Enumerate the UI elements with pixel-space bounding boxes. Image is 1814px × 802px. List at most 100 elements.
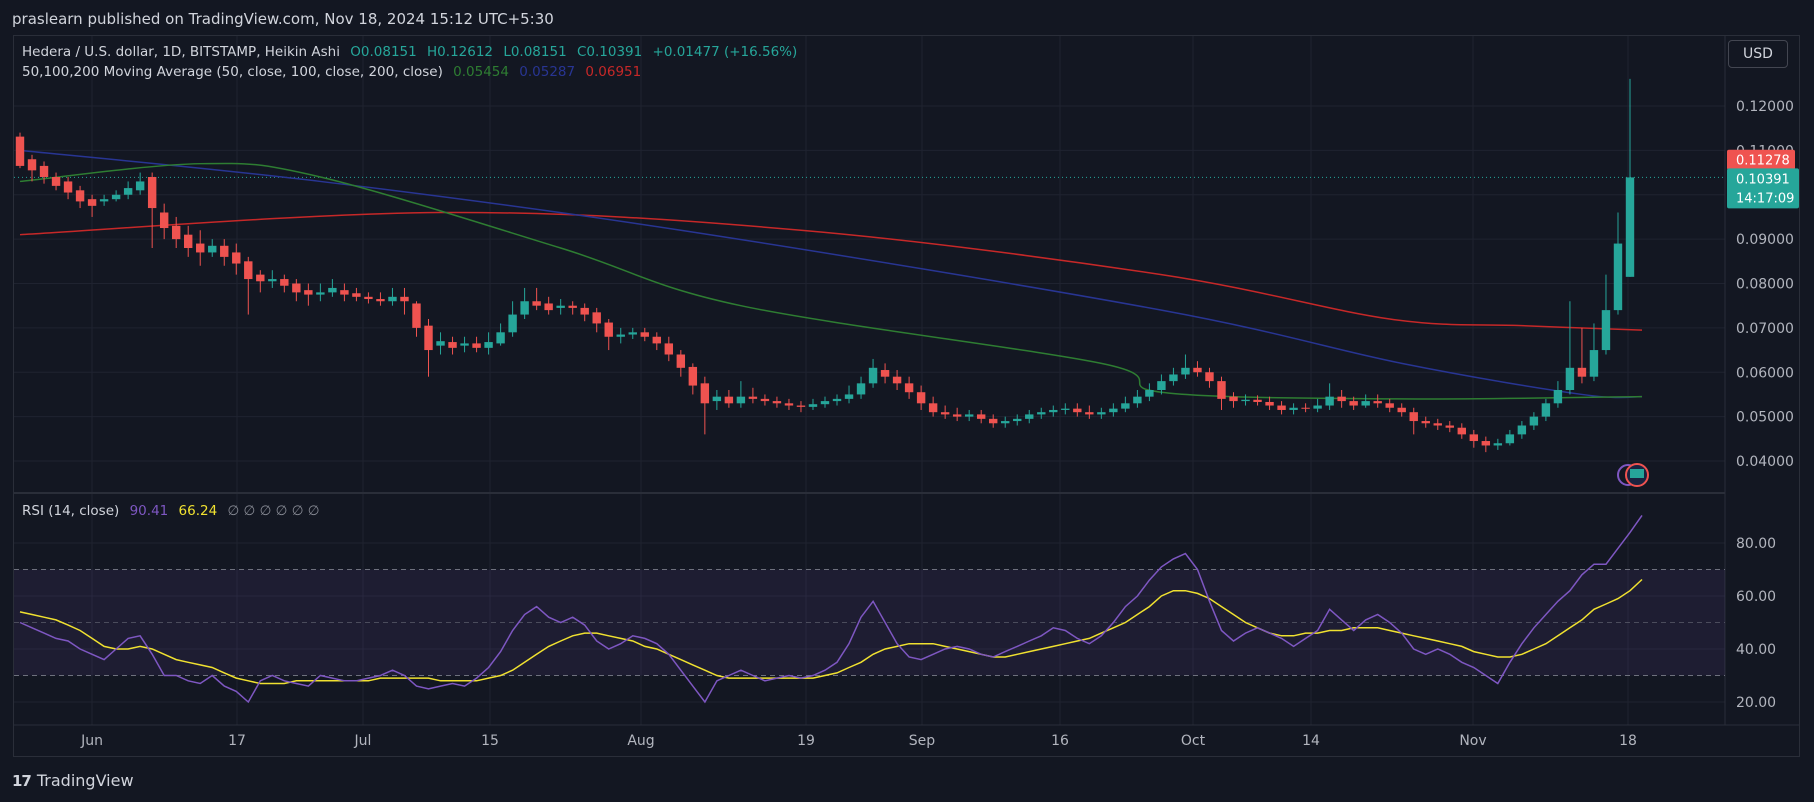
candle-body <box>520 301 529 315</box>
price-tick-label: 0.06000 <box>1736 365 1794 381</box>
candle-body <box>1217 381 1226 399</box>
candle-body <box>1289 407 1298 410</box>
candle-body <box>1493 443 1503 446</box>
rsi-legend: RSI (14, close) 90.41 66.24 ∅ ∅ ∅ ∅ ∅ ∅ <box>22 503 326 519</box>
candle-body <box>340 290 349 295</box>
time-tick-label: 19 <box>797 733 815 749</box>
candle-body <box>496 332 505 344</box>
candle-body <box>280 279 289 286</box>
tradingview-logo-icon: 17 <box>12 771 32 790</box>
candle-body <box>832 398 842 402</box>
time-tick-label: 18 <box>1619 733 1637 749</box>
ma-label: 50,100,200 Moving Average (50, close, 10… <box>22 64 443 80</box>
ma200-value: 0.06951 <box>585 64 642 80</box>
time-tick-label: 15 <box>481 733 499 749</box>
candle-body <box>1037 412 1046 415</box>
candle-body <box>1301 407 1310 409</box>
candle-body <box>472 343 481 348</box>
candle-body <box>51 177 61 186</box>
candle-body <box>1073 408 1082 413</box>
candle-body <box>27 159 37 171</box>
candle-body <box>1349 401 1358 406</box>
candle-body <box>700 383 710 404</box>
candle-body <box>316 292 325 295</box>
time-tick-label: Oct <box>1181 733 1206 749</box>
candle-body <box>123 188 133 195</box>
rsi-null-values: ∅ ∅ ∅ ∅ ∅ ∅ <box>227 503 320 519</box>
rsi-value: 90.41 <box>129 503 169 519</box>
rsi-ma-value: 66.24 <box>178 503 218 519</box>
candle-body <box>171 225 181 240</box>
candle-body <box>256 274 265 282</box>
candle-body <box>808 404 818 407</box>
candle-body <box>244 261 253 280</box>
candle-body <box>640 332 649 337</box>
candle-body <box>844 394 854 399</box>
candle-body <box>87 199 97 206</box>
candle-body <box>460 343 469 346</box>
time-tick-label: Nov <box>1459 733 1486 749</box>
time-tick-label: Sep <box>909 733 936 749</box>
candle-body <box>1385 403 1394 408</box>
flag-badge-icon <box>1630 469 1644 478</box>
ma100-line <box>19 149 1643 399</box>
candle-body <box>1361 401 1370 406</box>
time-axis: Jun 17 Jul 15 Aug 19 Sep 16 Oct 14 Nov 18 <box>80 733 1637 749</box>
candle-body <box>1169 374 1178 382</box>
price-tick-label: 0.08000 <box>1736 277 1794 293</box>
candle-body <box>1013 418 1022 422</box>
candle-body <box>1541 403 1551 417</box>
candle-body <box>1589 350 1599 377</box>
candle-body <box>1565 367 1575 390</box>
rsi-label: RSI (14, close) <box>22 503 120 519</box>
rsi-tick-label: 20.00 <box>1736 695 1776 711</box>
candle-body <box>39 165 49 177</box>
rsi-tick-label: 40.00 <box>1736 642 1776 658</box>
candle-body <box>1529 416 1539 426</box>
candle-body <box>1097 412 1106 415</box>
candle-body <box>1205 372 1214 382</box>
candle-body <box>712 396 722 402</box>
candle-body <box>436 341 445 346</box>
candle-body <box>796 405 806 407</box>
symbol-title: Hedera / U.S. dollar, 1D, BITSTAMP, Heik… <box>22 44 340 60</box>
candle-body <box>1133 396 1142 404</box>
candle-body <box>628 332 637 335</box>
footer-brand-label: TradingView <box>36 771 134 790</box>
candle-body <box>1433 423 1442 426</box>
candle-body <box>1625 177 1635 277</box>
candle-body <box>652 336 661 344</box>
time-tick-label: Jul <box>354 733 372 749</box>
time-tick-label: 14 <box>1302 733 1320 749</box>
chart-canvas[interactable]: 0.04000 0.05000 0.06000 0.07000 0.08000 0.090… <box>0 0 1814 802</box>
candle-body <box>989 418 998 424</box>
price-tick-label: 0.09000 <box>1736 232 1794 248</box>
countdown-label: 14:17:09 <box>1736 191 1794 206</box>
rsi-background <box>14 176 1725 676</box>
candle-body <box>592 312 601 324</box>
candle-body <box>1481 441 1491 446</box>
candle-body <box>208 245 217 253</box>
candle-body <box>604 322 613 337</box>
candle-body <box>1253 399 1262 402</box>
candle-body <box>964 414 974 417</box>
candle-body <box>75 190 85 202</box>
candle-body <box>1313 405 1322 409</box>
candle-body <box>676 354 686 368</box>
candle-body <box>1337 396 1346 402</box>
time-tick-label: Aug <box>627 733 654 749</box>
candle-body <box>412 303 421 328</box>
time-tick-label: 16 <box>1051 733 1069 749</box>
ma100-value: 0.05287 <box>519 64 576 80</box>
currency-selector[interactable]: USD <box>1728 40 1788 68</box>
candle-body <box>892 376 902 384</box>
candle-body <box>1457 427 1466 435</box>
candle-body <box>220 245 229 257</box>
candle-body <box>1241 399 1250 402</box>
candle-body <box>99 199 109 202</box>
candle-body <box>508 314 517 333</box>
candle-body <box>1109 408 1118 413</box>
candle-body <box>1325 396 1334 406</box>
candle-body <box>976 414 986 419</box>
candle-body <box>856 383 866 395</box>
